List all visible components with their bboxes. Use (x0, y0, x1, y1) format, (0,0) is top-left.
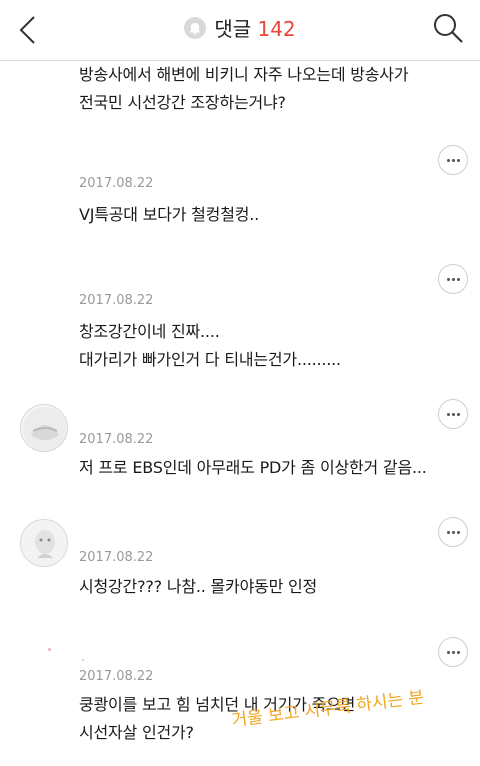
more-options-button[interactable] (438, 517, 468, 547)
bell-icon[interactable] (184, 17, 207, 39)
comment-text: VJ특공대 보다가 철컹철컹.. (79, 205, 260, 224)
top-bar: 댓글 142 (0, 0, 480, 61)
comment-text: 방송사에서 해변에 비키니 자주 나오는데 방송사가 전국민 시선강간 조장하는… (79, 65, 409, 112)
comment-item: 2017.08.22 VJ특공대 보다가 철컹철컹.. (0, 126, 480, 247)
comment-date: 2017.08.22 (79, 293, 154, 308)
more-options-button[interactable] (438, 399, 468, 429)
more-options-button[interactable] (438, 145, 468, 175)
comment-item: 2017.08.22 창조강간이네 진짜.... 대가리가 빠가인거 다 티내는… (0, 246, 480, 385)
comment-date: 2017.08.22 (79, 669, 154, 684)
page-title: 댓글 142 (0, 15, 480, 43)
decorative-dot (48, 648, 51, 651)
comment-item: 2017.08.22 저 프로 EBS인데 아무래도 PD가 좀 이상한거 같음… (0, 384, 480, 500)
more-options-button[interactable] (438, 264, 468, 294)
comment-date: 2017.08.22 (79, 550, 154, 565)
comment-item: 방송사에서 해변에 비키니 자주 나오는데 방송사가 전국민 시선강간 조장하는… (0, 61, 480, 127)
avatar[interactable] (20, 519, 68, 567)
comment-item: 2017.08.22 시청강간??? 나참.. 몰카야동만 인정 (0, 499, 480, 622)
decorative-dot (82, 659, 84, 661)
comment-date: 2017.08.22 (79, 432, 154, 447)
comment-date: 2017.08.22 (79, 176, 154, 191)
title-label: 댓글 (214, 17, 252, 41)
comment-count: 142 (257, 17, 296, 41)
avatar[interactable] (20, 404, 68, 452)
comment-text: 저 프로 EBS인데 아무래도 PD가 좀 이상한거 같음... (79, 458, 427, 477)
search-icon[interactable] (432, 12, 464, 44)
comment-text: 창조강간이네 진짜.... 대가리가 빠가인거 다 티내는건가......... (79, 322, 341, 369)
more-options-button[interactable] (438, 637, 468, 667)
comment-text: 시청강간??? 나참.. 몰카야동만 인정 (79, 577, 318, 596)
